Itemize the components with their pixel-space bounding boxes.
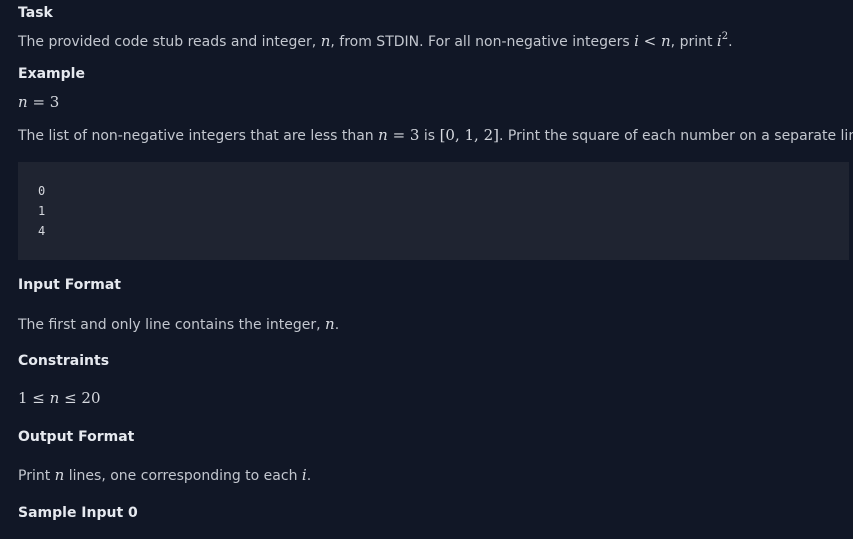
constraints-expression: 1 ≤ n ≤ 20 bbox=[18, 389, 101, 407]
math-lower-bound: 1 ≤ bbox=[18, 389, 50, 407]
output-format-text-2: lines, one corresponding to each bbox=[64, 468, 302, 484]
input-format-text-1: The first and only line contains the int… bbox=[18, 317, 326, 333]
code-line: 0 bbox=[38, 184, 46, 198]
example-text-3: . Print the square of each number on a s… bbox=[498, 128, 853, 144]
math-var-n: n bbox=[49, 389, 60, 407]
task-description: The provided code stub reads and integer… bbox=[18, 32, 733, 51]
code-line: 4 bbox=[38, 224, 46, 238]
math-var-n: n bbox=[18, 93, 28, 111]
math-list: [0, 1, 2] bbox=[439, 126, 499, 144]
task-heading: Task bbox=[18, 5, 53, 21]
math-upper-bound: ≤ 20 bbox=[59, 389, 101, 407]
input-format-heading: Input Format bbox=[18, 277, 121, 293]
constraints-heading: Constraints bbox=[18, 353, 110, 369]
example-description: The list of non-negative integers that a… bbox=[18, 126, 853, 144]
math-equals-3: = 3 bbox=[27, 93, 60, 111]
math-var-n: n bbox=[54, 466, 65, 484]
example-text-2: is bbox=[419, 128, 440, 144]
output-format-heading: Output Format bbox=[18, 429, 135, 445]
output-format-description: Print n lines, one corresponding to each… bbox=[18, 466, 311, 484]
example-output-code-block: 0 1 4 bbox=[18, 162, 849, 260]
output-format-text-3: . bbox=[306, 468, 312, 484]
math-less-than: < bbox=[638, 32, 661, 50]
input-format-description: The first and only line contains the int… bbox=[18, 315, 339, 333]
math-var-n: n bbox=[325, 315, 335, 333]
task-text-3: , print bbox=[670, 34, 717, 50]
sample-input-heading: Sample Input 0 bbox=[18, 505, 138, 521]
task-text-4: . bbox=[728, 34, 733, 50]
example-text-1: The list of non-negative integers that a… bbox=[18, 128, 379, 144]
example-heading: Example bbox=[18, 66, 85, 82]
math-var-n: n bbox=[320, 32, 331, 50]
math-equals-3: = 3 bbox=[387, 126, 420, 144]
output-format-text-1: Print bbox=[18, 468, 55, 484]
math-var-n-2: n bbox=[661, 32, 671, 50]
example-equation: n = 3 bbox=[18, 93, 59, 111]
code-line: 1 bbox=[38, 204, 46, 218]
task-text-1: The provided code stub reads and integer… bbox=[18, 34, 321, 50]
math-var-n: n bbox=[378, 126, 388, 144]
task-text-2: , from STDIN. For all non-negative integ… bbox=[330, 34, 635, 50]
input-format-text-2: . bbox=[334, 317, 340, 333]
